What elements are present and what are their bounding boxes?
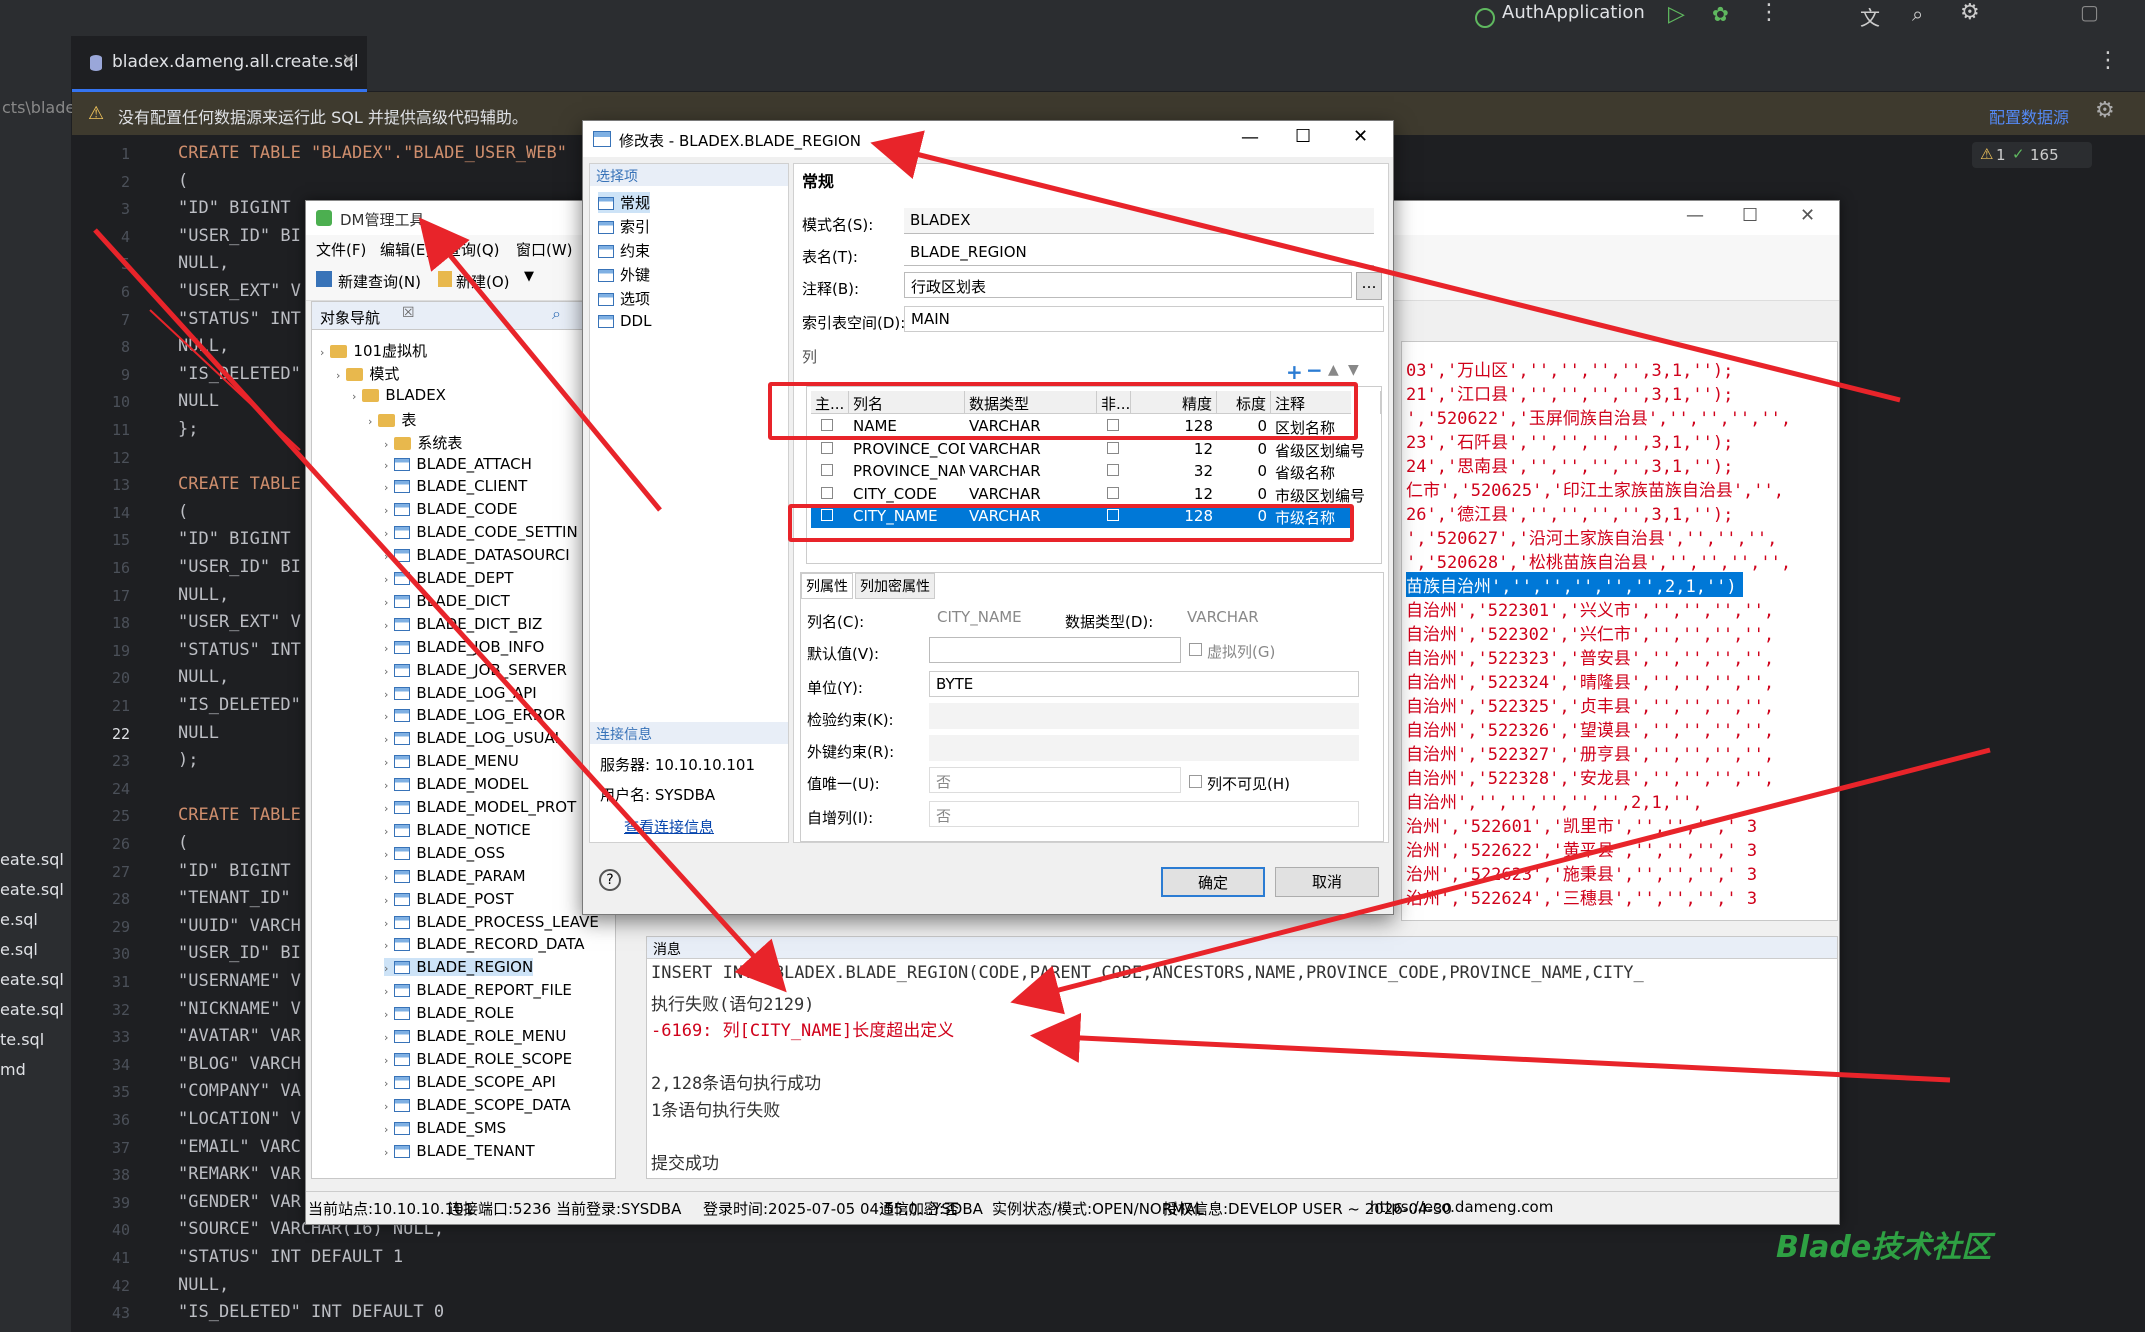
watermark: Blade技术社区	[1776, 1230, 1992, 1265]
annotation-arrows	[93, 130, 1991, 1083]
